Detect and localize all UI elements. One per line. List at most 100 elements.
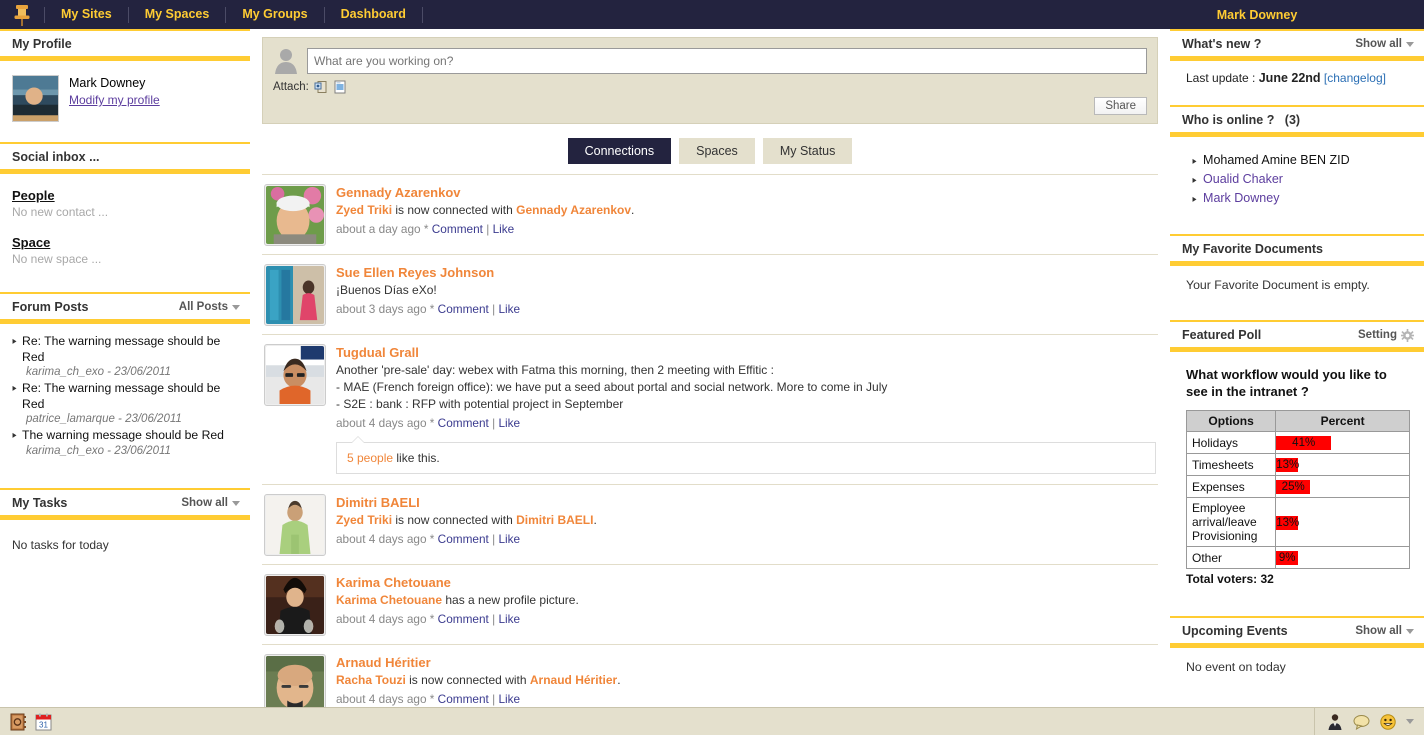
like-link[interactable]: Like xyxy=(498,416,520,430)
modify-my-profile-link[interactable]: Modify my profile xyxy=(69,92,160,108)
comment-link[interactable]: Comment xyxy=(438,612,489,626)
footer-divider: | xyxy=(492,692,496,706)
activity-author[interactable]: Gennady Azarenkov xyxy=(336,184,1156,202)
avatar[interactable] xyxy=(264,184,326,246)
tab-connections[interactable]: Connections xyxy=(567,138,672,164)
upcoming-events-empty: No event on today xyxy=(1186,660,1286,674)
comment-link[interactable]: Comment xyxy=(438,416,489,430)
who-is-online-header: Who is online ? (3) xyxy=(1170,105,1424,137)
list-item[interactable]: ▸ Oualid Chaker xyxy=(1192,170,1410,189)
people-icon[interactable] xyxy=(1327,713,1343,730)
poll-bar-label: 13% xyxy=(1276,516,1300,529)
my-profile-title: My Profile xyxy=(12,37,72,51)
activity-text-link[interactable]: Arnaud Héritier xyxy=(530,673,617,687)
list-item[interactable]: ▸ Mohamed Amine BEN ZID xyxy=(1192,151,1410,170)
activity-author[interactable]: Arnaud Héritier xyxy=(336,654,1156,672)
nav-link-my-sites[interactable]: My Sites xyxy=(45,0,128,29)
my-tasks-body: No tasks for today xyxy=(0,520,250,558)
activity-item: Tugdual Grall Another 'pre-sale' day: we… xyxy=(262,335,1158,485)
status-input[interactable] xyxy=(307,48,1147,74)
attach-link-icon[interactable] xyxy=(314,80,328,94)
like-link[interactable]: Like xyxy=(493,222,515,236)
featured-poll-setting-button[interactable]: Setting xyxy=(1358,328,1414,342)
forum-post-title[interactable]: The warning message should be Red xyxy=(22,428,224,444)
activity-text-link[interactable]: Zyed Triki xyxy=(336,203,392,217)
portlet-my-tasks: My Tasks Show all No tasks for today xyxy=(0,488,250,558)
footer-divider: | xyxy=(492,612,496,626)
activity-author[interactable]: Dimitri BAELI xyxy=(336,494,1156,512)
my-tasks-show-all-button[interactable]: Show all xyxy=(181,497,240,509)
avatar[interactable] xyxy=(264,494,326,556)
share-button[interactable]: Share xyxy=(1094,97,1147,115)
list-item[interactable]: ▸ Re: The warning message should be Red … xyxy=(12,381,238,427)
activity-text-link[interactable]: Dimitri BAELI xyxy=(516,513,593,527)
who-is-online-title: Who is online ? (3) xyxy=(1182,113,1300,127)
activity-text: Zyed Triki is now connected with Gennady… xyxy=(336,202,1156,219)
social-inbox-body: People No new contact ... Space No new s… xyxy=(0,174,250,284)
online-user-name[interactable]: Mohamed Amine BEN ZID xyxy=(1203,151,1350,170)
activity-avatar-photo xyxy=(266,266,324,324)
nav-link-dashboard[interactable]: Dashboard xyxy=(325,0,422,29)
comment-link[interactable]: Comment xyxy=(438,302,489,316)
online-user-name[interactable]: Mark Downey xyxy=(1203,189,1279,208)
comment-link[interactable]: Comment xyxy=(432,222,483,236)
calendar-icon[interactable]: 31 xyxy=(35,713,52,731)
online-user-name[interactable]: Oualid Chaker xyxy=(1203,170,1283,189)
forum-post-title[interactable]: Re: The warning message should be Red xyxy=(22,334,238,365)
changelog-link[interactable]: [changelog] xyxy=(1324,71,1386,85)
likes-count[interactable]: 5 people xyxy=(347,451,393,465)
footer-divider: | xyxy=(486,222,490,236)
like-link[interactable]: Like xyxy=(498,302,520,316)
address-book-icon[interactable] xyxy=(10,713,27,731)
forum-post-title[interactable]: Re: The warning message should be Red xyxy=(22,381,238,412)
featured-poll-body: What workflow would you like to see in t… xyxy=(1170,352,1424,594)
favorite-documents-header: My Favorite Documents xyxy=(1170,234,1424,266)
comment-link[interactable]: Comment xyxy=(438,692,489,706)
upcoming-events-show-all-button[interactable]: Show all xyxy=(1355,625,1414,637)
activity-text-plain: has a new profile picture. xyxy=(442,593,579,607)
list-item[interactable]: ▸ Mark Downey xyxy=(1192,189,1410,208)
smiley-icon[interactable] xyxy=(1380,713,1396,730)
social-inbox-space-link[interactable]: Space xyxy=(12,235,50,250)
whats-new-show-all-button[interactable]: Show all xyxy=(1355,38,1414,50)
like-link[interactable]: Like xyxy=(498,532,520,546)
social-inbox-people-link[interactable]: People xyxy=(12,188,55,203)
list-item[interactable]: ▸ The warning message should be Red kari… xyxy=(12,428,238,459)
comment-link[interactable]: Comment xyxy=(438,532,489,546)
table-row: Holidays 41% xyxy=(1185,431,1410,454)
avatar[interactable] xyxy=(12,75,59,122)
attach-document-icon[interactable] xyxy=(333,80,347,94)
profile-name: Mark Downey xyxy=(69,76,146,90)
composer-top-row xyxy=(273,48,1147,74)
tab-my-status[interactable]: My Status xyxy=(762,138,853,164)
activity-author[interactable]: Sue Ellen Reyes Johnson xyxy=(336,264,1156,282)
forum-posts-body: ▸ Re: The warning message should be Red … xyxy=(0,324,250,466)
current-user-name[interactable]: Mark Downey xyxy=(1217,8,1298,22)
left-sidebar: My Profile Mark Downey Modify my profile… xyxy=(0,29,250,707)
activity-text-link[interactable]: Gennady Azarenkov xyxy=(516,203,631,217)
like-link[interactable]: Like xyxy=(498,692,520,706)
activity-author[interactable]: Karima Chetouane xyxy=(336,574,1156,592)
forum-posts-all-posts-button[interactable]: All Posts xyxy=(179,301,240,313)
list-item[interactable]: ▸ Re: The warning message should be Red … xyxy=(12,334,238,380)
nav-link-my-spaces[interactable]: My Spaces xyxy=(129,0,226,29)
activity-text-link[interactable]: Karima Chetouane xyxy=(336,593,442,607)
app-logo[interactable] xyxy=(0,0,44,29)
chevron-down-icon[interactable] xyxy=(1406,719,1414,724)
chat-bubble-icon[interactable] xyxy=(1353,714,1370,730)
poll-option-label: Other xyxy=(1185,546,1277,569)
attach-row: Attach: xyxy=(273,80,1147,94)
tab-spaces[interactable]: Spaces xyxy=(679,138,755,164)
avatar[interactable] xyxy=(264,264,326,326)
activity-text-link[interactable]: Racha Touzi xyxy=(336,673,406,687)
page-body: My Profile Mark Downey Modify my profile… xyxy=(0,29,1424,735)
activity-time: about 4 days ago * xyxy=(336,416,435,430)
nav-link-my-groups[interactable]: My Groups xyxy=(226,0,323,29)
activity-author[interactable]: Tugdual Grall xyxy=(336,344,1156,362)
avatar[interactable] xyxy=(264,344,326,406)
activity-text-link[interactable]: Zyed Triki xyxy=(336,513,392,527)
like-link[interactable]: Like xyxy=(498,612,520,626)
avatar[interactable] xyxy=(264,574,326,636)
favorite-documents-title: My Favorite Documents xyxy=(1182,242,1324,256)
my-profile-body: Mark Downey Modify my profile xyxy=(0,61,250,128)
